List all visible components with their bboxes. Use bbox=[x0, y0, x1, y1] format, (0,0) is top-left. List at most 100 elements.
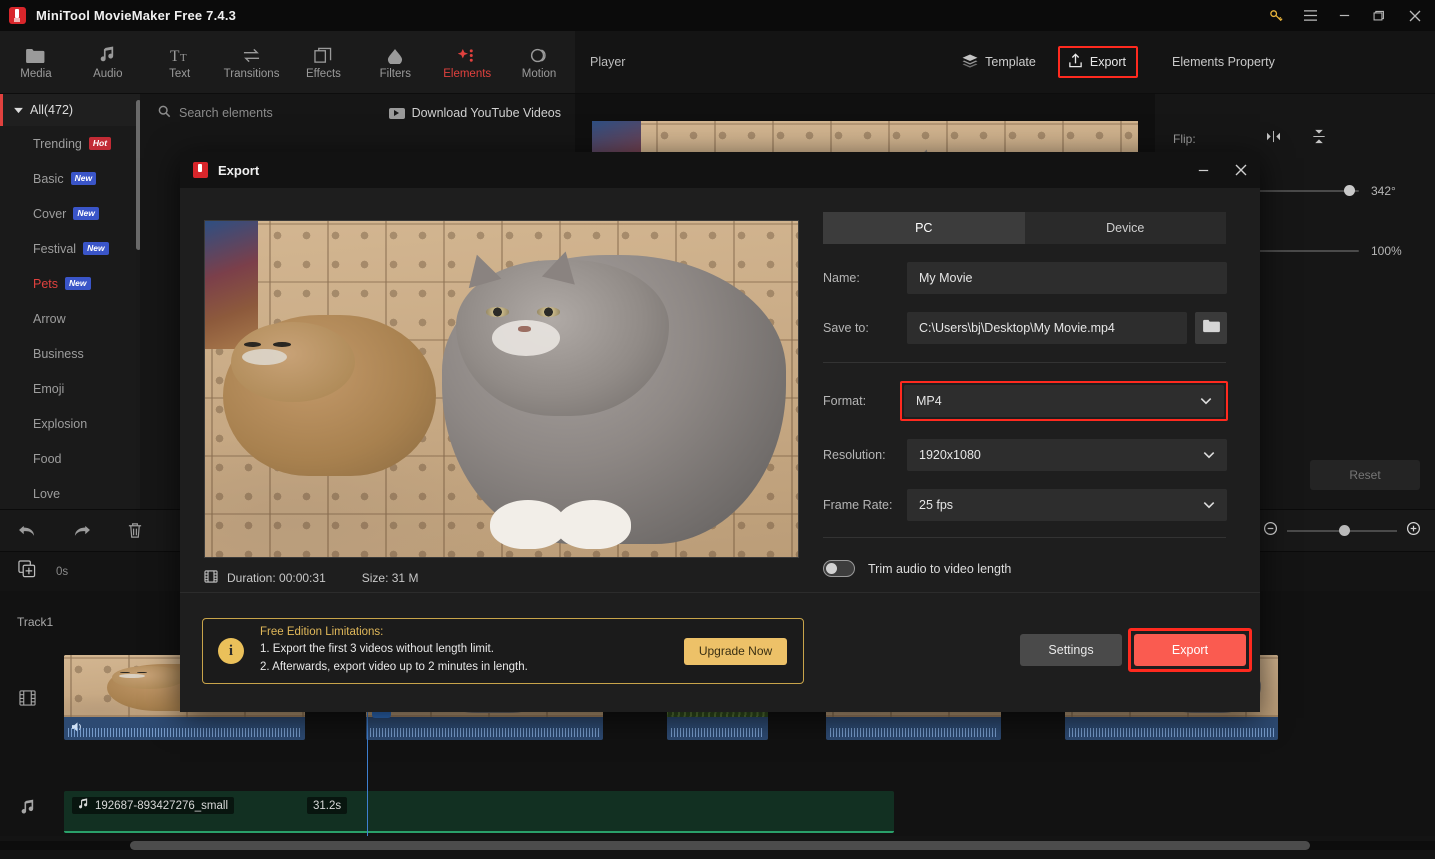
menu-icon[interactable] bbox=[1293, 0, 1327, 31]
frame-rate-dropdown[interactable]: 25 fps bbox=[907, 489, 1227, 521]
scale-value: 100% bbox=[1371, 244, 1402, 258]
reset-button[interactable]: Reset bbox=[1310, 460, 1420, 490]
tab-pc[interactable]: PC bbox=[823, 212, 1025, 244]
minimize-icon[interactable] bbox=[1184, 152, 1222, 188]
search-input[interactable]: Search elements bbox=[158, 105, 273, 121]
status-badge: New bbox=[73, 207, 99, 220]
rotation-slider-knob[interactable] bbox=[1344, 185, 1356, 196]
export-top-label: Export bbox=[1089, 55, 1126, 69]
template-label: Template bbox=[985, 55, 1036, 69]
elements-topbar: Search elements Download YouTube Videos bbox=[140, 94, 575, 132]
sidebar-item-cover[interactable]: Cover New bbox=[0, 196, 140, 231]
sidebar-item-label: Cover bbox=[33, 206, 67, 221]
app-window: MiniTool MovieMaker Free 7.4.3 Media Aud… bbox=[0, 0, 1435, 859]
main-toolbar: Media Audio TT Text Transitions Effects … bbox=[0, 31, 575, 94]
close-icon[interactable] bbox=[1222, 152, 1260, 188]
flip-row: Flip: bbox=[1155, 122, 1435, 156]
close-icon[interactable] bbox=[1395, 0, 1435, 31]
frame-rate-label: Frame Rate: bbox=[823, 498, 893, 512]
trim-audio-toggle[interactable] bbox=[823, 560, 855, 577]
timeline-horizontal-scrollbar[interactable] bbox=[130, 841, 1310, 850]
upgrade-now-button[interactable]: Upgrade Now bbox=[684, 637, 787, 665]
trim-audio-row: Trim audio to video length bbox=[823, 560, 1228, 577]
folder-icon bbox=[26, 44, 45, 64]
limitations-text: Free Edition Limitations: 1. Export the … bbox=[260, 626, 528, 677]
sidebar-item-label: Festival bbox=[33, 241, 77, 256]
form-divider bbox=[823, 362, 1226, 363]
sidebar-item-basic[interactable]: Basic New bbox=[0, 161, 140, 196]
add-track-icon[interactable] bbox=[18, 560, 36, 583]
sidebar-item-all[interactable]: All(472) bbox=[0, 94, 140, 126]
undo-icon[interactable] bbox=[0, 510, 54, 552]
status-badge: New bbox=[70, 172, 97, 185]
download-youtube-label: Download YouTube Videos bbox=[411, 106, 561, 120]
timeline-audio-clip[interactable]: 192687-893427276_small 31.2s bbox=[64, 791, 894, 833]
toolbar-label-text: Text bbox=[169, 68, 191, 80]
youtube-icon bbox=[388, 107, 405, 119]
settings-button[interactable]: Settings bbox=[1020, 634, 1122, 666]
player-label: Player bbox=[590, 55, 626, 69]
template-button[interactable]: Template bbox=[962, 53, 1036, 71]
film-strip-icon bbox=[19, 689, 36, 711]
export-target-tabs: PC Device bbox=[823, 212, 1226, 244]
export-form: PC Device Name: My Movie Save to: C:\Use… bbox=[823, 212, 1228, 577]
zoom-out-icon[interactable] bbox=[1263, 521, 1278, 541]
audio-clip-duration: 31.2s bbox=[307, 797, 348, 814]
name-value: My Movie bbox=[919, 271, 973, 285]
toolbar-item-media[interactable]: Media bbox=[0, 31, 72, 94]
transitions-icon bbox=[242, 44, 261, 64]
free-edition-limitations: i Free Edition Limitations: 1. Export th… bbox=[202, 618, 804, 684]
toolbar-item-text[interactable]: TT Text bbox=[144, 31, 216, 94]
trash-icon[interactable] bbox=[108, 510, 162, 552]
music-note-icon bbox=[20, 799, 36, 821]
upload-icon bbox=[1068, 53, 1083, 71]
timeline-zoom-slider[interactable] bbox=[1287, 524, 1397, 536]
key-icon[interactable] bbox=[1259, 0, 1293, 31]
video-track-header[interactable] bbox=[0, 680, 55, 720]
sidebar-item-trending[interactable]: Trending Hot bbox=[0, 126, 140, 161]
flip-horizontal-icon[interactable] bbox=[1265, 130, 1282, 148]
maximize-icon[interactable] bbox=[1361, 0, 1395, 31]
resolution-dropdown[interactable]: 1920x1080 bbox=[907, 439, 1227, 471]
search-icon bbox=[158, 105, 171, 121]
sidebar-item-pets[interactable]: Pets New bbox=[0, 266, 140, 301]
export-dialog-title: Export bbox=[218, 162, 260, 178]
save-to-label: Save to: bbox=[823, 321, 869, 335]
format-dropdown[interactable]: MP4 bbox=[904, 385, 1224, 417]
save-to-value: C:\Users\bj\Desktop\My Movie.mp4 bbox=[919, 321, 1115, 335]
browse-folder-button[interactable] bbox=[1195, 312, 1227, 344]
save-to-field[interactable]: C:\Users\bj\Desktop\My Movie.mp4 bbox=[907, 312, 1187, 344]
tab-device[interactable]: Device bbox=[1025, 212, 1227, 244]
toolbar-label-audio: Audio bbox=[93, 68, 123, 80]
export-top-button[interactable]: Export bbox=[1057, 46, 1138, 78]
sidebar-item-arrow[interactable]: Arrow bbox=[0, 301, 140, 336]
toolbar-item-elements[interactable]: Elements bbox=[431, 31, 503, 94]
sidebar-item-festival[interactable]: Festival New bbox=[0, 231, 140, 266]
toolbar-item-filters[interactable]: Filters bbox=[359, 31, 431, 94]
download-youtube-button[interactable]: Download YouTube Videos bbox=[388, 106, 561, 120]
limitations-line-2: 2. Afterwards, export video up to 2 minu… bbox=[260, 660, 528, 673]
toolbar-item-transitions[interactable]: Transitions bbox=[216, 31, 288, 94]
film-strip-icon bbox=[204, 570, 218, 586]
audio-track-header[interactable] bbox=[0, 790, 55, 830]
name-field[interactable]: My Movie bbox=[907, 262, 1227, 294]
sidebar-item-food[interactable]: Food bbox=[0, 441, 140, 476]
timeline-zoom-knob[interactable] bbox=[1339, 524, 1350, 536]
toolbar-item-effects[interactable]: Effects bbox=[288, 31, 360, 94]
toolbar-item-audio[interactable]: Audio bbox=[72, 31, 144, 94]
flip-vertical-icon[interactable] bbox=[1312, 128, 1326, 150]
toolbar-label-filters: Filters bbox=[379, 68, 411, 80]
category-sidebar: All(472) Trending Hot Basic New Cover Ne… bbox=[0, 94, 140, 509]
rotation-value: 342° bbox=[1371, 184, 1396, 198]
sidebar-item-emoji[interactable]: Emoji bbox=[0, 371, 140, 406]
speaker-icon[interactable] bbox=[71, 720, 84, 738]
sidebar-item-business[interactable]: Business bbox=[0, 336, 140, 371]
zoom-in-icon[interactable] bbox=[1406, 521, 1421, 541]
redo-icon[interactable] bbox=[54, 510, 108, 552]
minimize-icon[interactable] bbox=[1327, 0, 1361, 31]
export-button[interactable]: Export bbox=[1134, 634, 1246, 666]
layers-icon bbox=[962, 53, 978, 71]
sidebar-item-explosion[interactable]: Explosion bbox=[0, 406, 140, 441]
sidebar-item-love[interactable]: Love bbox=[0, 476, 140, 509]
toolbar-item-motion[interactable]: Motion bbox=[503, 31, 575, 94]
